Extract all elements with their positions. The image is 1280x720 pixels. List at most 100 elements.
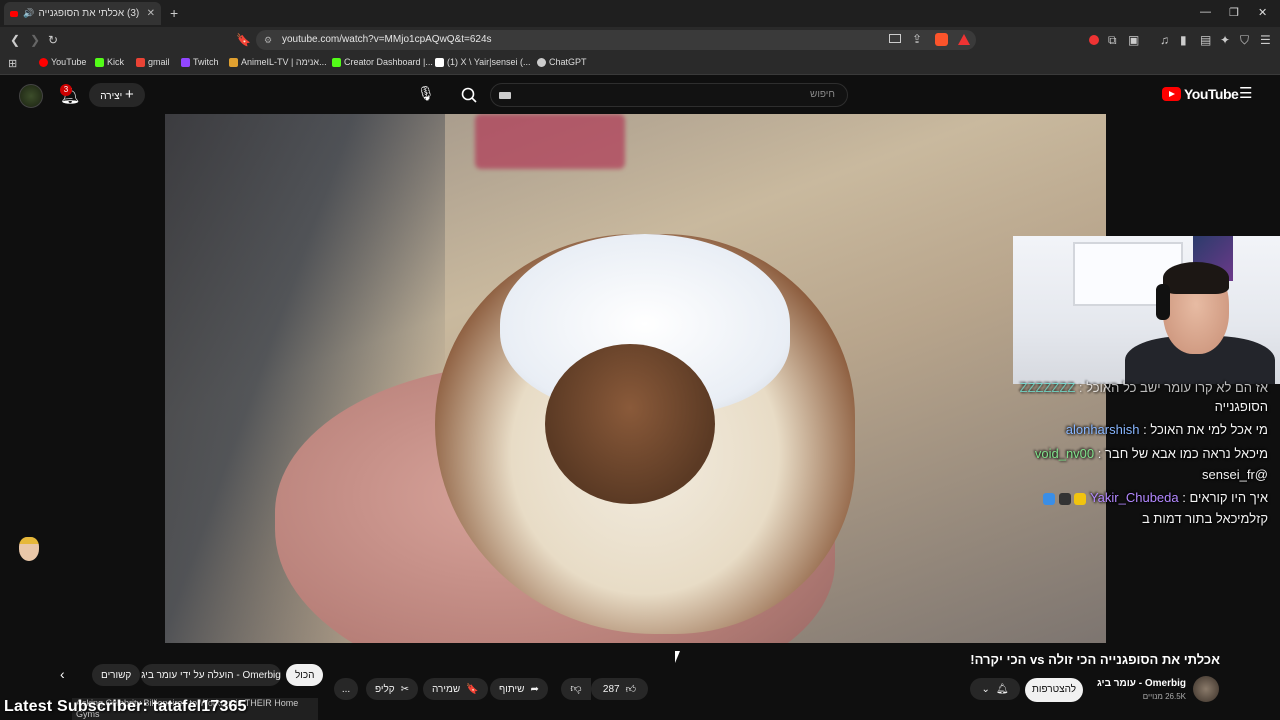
- clip-button[interactable]: קליפ ✂: [366, 678, 419, 700]
- bookmark-label: ChatGPT: [549, 57, 587, 67]
- clip-label: קליפ: [375, 683, 395, 695]
- bookmark-x[interactable]: (1) X \ Yair|sensei (...: [435, 57, 531, 67]
- like-count: 287: [602, 683, 620, 695]
- apps-grid-icon[interactable]: ⊞: [8, 57, 17, 70]
- gmail-icon: [136, 57, 145, 67]
- leo-ai-icon[interactable]: ✦: [1220, 33, 1230, 47]
- chatgpt-icon: [537, 57, 546, 67]
- avatar[interactable]: [19, 84, 43, 108]
- save-button[interactable]: שמירה 🔖: [423, 678, 488, 700]
- bookmark-page-icon[interactable]: 🔖: [236, 33, 251, 47]
- channel-name[interactable]: עומר ביג - Omerbig: [1090, 678, 1186, 689]
- wallet-icon[interactable]: ▤: [1200, 33, 1211, 47]
- share-button[interactable]: שיתוף ➦: [490, 678, 548, 700]
- new-tab-icon[interactable]: +: [170, 5, 178, 21]
- bookmark-animeil[interactable]: AnimeIL-TV | אנימה...: [229, 57, 327, 67]
- vpn-icon[interactable]: ⛉: [1240, 33, 1249, 48]
- tab-title: (3) אכלתי את הסופגנייה הכי: [39, 8, 140, 19]
- bookmark-chatgpt[interactable]: ChatGPT: [537, 57, 587, 67]
- filter-chip-all[interactable]: הכול: [286, 664, 324, 686]
- minimize-icon[interactable]: —: [1200, 6, 1211, 18]
- bookmark-gmail[interactable]: gmail: [136, 57, 170, 67]
- notification-settings-button[interactable]: ⌄ 🔔︎: [970, 678, 1020, 700]
- plus-icon: +: [125, 86, 134, 103]
- youtube-logo-text: YouTube: [1184, 86, 1239, 102]
- site-settings-icon[interactable]: ⚙: [264, 30, 272, 50]
- chat-username: alonharshish: [1065, 422, 1140, 437]
- chat-badge-icon: [1043, 492, 1056, 505]
- search-placeholder: חיפוש: [810, 89, 835, 100]
- search-input[interactable]: חיפוש: [490, 83, 848, 107]
- guide-menu-icon[interactable]: ☰: [1239, 84, 1252, 102]
- close-window-icon[interactable]: ✕: [1258, 6, 1267, 19]
- microphone-icon[interactable]: 🎙︎: [417, 85, 435, 102]
- video-player[interactable]: [165, 114, 1106, 643]
- keyboard-icon[interactable]: [499, 92, 511, 99]
- reload-icon[interactable]: ↻: [48, 33, 58, 47]
- kick-icon: [95, 57, 104, 67]
- chat-text: מי אכל למי את האוכל: [1150, 422, 1268, 437]
- chat-username: void_nv00: [1034, 446, 1095, 461]
- bookmark-twitch[interactable]: Twitch: [181, 57, 219, 67]
- chat-text: הסופגנייה: [1214, 399, 1268, 414]
- streamer-webcam: [1013, 236, 1280, 384]
- dislike-icon[interactable]: 👎︎: [561, 678, 591, 700]
- bookmark-label: AnimeIL-TV | אנימה...: [241, 57, 327, 67]
- chevron-down-icon: ⌄: [981, 683, 990, 695]
- subscriber-count: 26.5K מנויים: [1142, 692, 1186, 701]
- bookmark-label: Creator Dashboard |...: [344, 57, 433, 67]
- bookmark-label: YouTube: [51, 57, 87, 67]
- url-bar[interactable]: ⚙ youtube.com/watch?v=MMjo1cpAQwQ&t=624s: [256, 30, 976, 50]
- bookmark-icon: 🔖: [466, 683, 479, 695]
- brave-rewards-icon[interactable]: [958, 34, 970, 45]
- chat-text: אז הם לא קרו עומר ישב כל האוכל: [1086, 380, 1268, 395]
- mascot-icon: [19, 537, 39, 561]
- chevron-left-icon[interactable]: ‹: [60, 666, 65, 682]
- bookmark-youtube[interactable]: YouTube: [39, 57, 86, 67]
- like-icon[interactable]: 👍︎: [626, 683, 636, 695]
- forward-icon[interactable]: ❯: [30, 33, 40, 47]
- cast-icon[interactable]: [889, 34, 901, 43]
- chat-text: קזלמיכאל בתור דמות ב: [1142, 511, 1268, 526]
- chat-message: הסופגנייה: [1215, 399, 1268, 414]
- create-button[interactable]: יצירה +: [89, 83, 145, 107]
- filter-chip-related[interactable]: קשורים: [92, 664, 141, 686]
- restore-icon[interactable]: ❐: [1229, 6, 1239, 19]
- chat-message: מיכאל נראה כמו אבא של חבר : void_nv00: [1034, 446, 1268, 461]
- chat-message: קזלמיכאל בתור דמות ב: [1142, 511, 1268, 526]
- animeil-icon: [229, 57, 238, 67]
- mouse-cursor-icon: [675, 651, 685, 663]
- subscribe-button[interactable]: להצטרפות: [1025, 678, 1083, 702]
- video-title: אכלתי את הסופגנייה הכי זולה vs הכי יקרה!: [970, 652, 1220, 667]
- extensions-icon[interactable]: ⧉: [1108, 33, 1117, 48]
- notification-count-badge: 3: [60, 84, 72, 96]
- filter-chip-uploaded-by[interactable]: הועלה על ידי עומר ביג - Omerbig: [141, 664, 281, 686]
- chat-message: אז הם לא קרו עומר ישב כל האוכל : ZZZZZZZ: [1019, 380, 1268, 395]
- speaker-icon[interactable]: 🔊: [23, 8, 34, 19]
- search-button[interactable]: [452, 83, 486, 107]
- share-label: שיתוף: [499, 683, 525, 695]
- share-page-icon[interactable]: ⇪: [912, 32, 922, 46]
- scissors-icon: ✂: [400, 683, 410, 695]
- more-actions-button[interactable]: ...: [334, 678, 358, 700]
- screenshot-icon[interactable]: ▣: [1128, 33, 1139, 47]
- youtube-icon: [39, 57, 48, 67]
- bookmark-kick[interactable]: Kick: [95, 57, 124, 67]
- youtube-logo[interactable]: YouTube: [1162, 86, 1239, 102]
- brave-shields-icon[interactable]: [935, 33, 948, 46]
- media-icon[interactable]: ♫: [1160, 33, 1169, 47]
- chat-username: ZZZZZZZ: [1019, 380, 1076, 395]
- back-icon[interactable]: ❮: [10, 33, 20, 47]
- bell-icon: 🔔︎: [995, 683, 1009, 695]
- chat-text: @sensei_fr: [1202, 467, 1268, 482]
- record-extension-icon[interactable]: [1089, 35, 1099, 45]
- browser-tab[interactable]: 🔊 (3) אכלתי את הסופגנייה הכי ✕: [4, 2, 161, 25]
- chat-badge-icon: [1058, 492, 1071, 505]
- webcam-headset: [1156, 284, 1170, 320]
- close-tab-icon[interactable]: ✕: [147, 8, 155, 19]
- video-frame-chocolate: [545, 344, 715, 504]
- channel-avatar[interactable]: [1193, 676, 1219, 702]
- sidebar-icon[interactable]: ▮: [1180, 33, 1187, 47]
- menu-icon[interactable]: ☰: [1260, 33, 1271, 47]
- bookmark-creator-dashboard[interactable]: Creator Dashboard |...: [332, 57, 433, 67]
